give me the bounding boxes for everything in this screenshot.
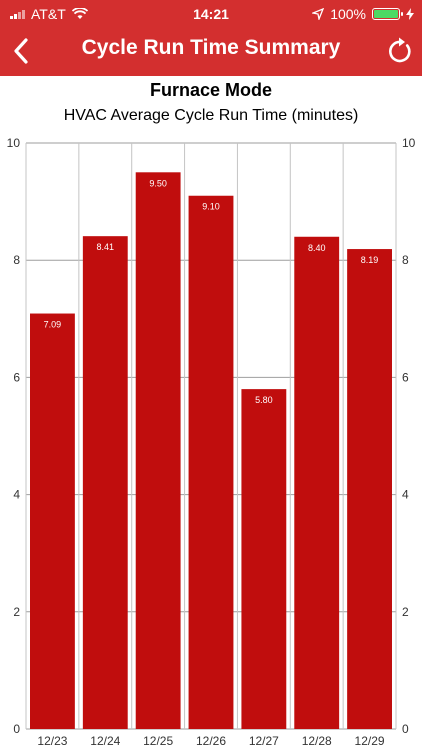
mode-title: Furnace Mode xyxy=(149,80,273,100)
x-tick-label: 12/28 xyxy=(302,734,332,748)
page-title: Cycle Run Time Summary xyxy=(81,36,341,59)
location-arrow-icon xyxy=(312,8,325,20)
bar-value-label: 8.40 xyxy=(308,243,326,253)
x-tick-label: 12/25 xyxy=(143,734,173,748)
bar-value-label: 8.41 xyxy=(97,242,115,252)
x-tick-label: 12/23 xyxy=(37,734,67,748)
x-tick-label: 12/29 xyxy=(355,734,385,748)
refresh-button[interactable] xyxy=(384,36,414,66)
chart-title: HVAC Average Cycle Run Time (minutes) xyxy=(63,107,359,124)
bar-value-label: 8.19 xyxy=(361,255,379,265)
bar xyxy=(241,389,287,729)
x-tick-label: 12/26 xyxy=(196,734,226,748)
battery-percent: 100% xyxy=(330,6,366,22)
bar-value-label: 5.80 xyxy=(255,395,273,405)
app-header: AT&T 14:21 100% Cycle Run Time Summary xyxy=(0,0,422,76)
y-tick-label-right: 8 xyxy=(402,253,409,267)
bar xyxy=(347,249,392,729)
y-tick-label-left: 4 xyxy=(13,488,20,502)
bar xyxy=(294,236,340,729)
bar-value-label: 9.50 xyxy=(149,178,167,188)
bar xyxy=(82,236,128,729)
y-tick-label-left: 10 xyxy=(7,136,21,150)
x-tick-label: 12/27 xyxy=(249,734,279,748)
lightning-icon xyxy=(406,8,414,20)
bar-value-label: 9.10 xyxy=(202,202,220,212)
bar xyxy=(30,313,75,729)
refresh-icon xyxy=(389,37,411,63)
y-tick-label-right: 0 xyxy=(402,722,409,736)
bar-value-label: 7.09 xyxy=(44,320,62,330)
y-tick-label-right: 6 xyxy=(402,370,409,384)
y-tick-label-left: 8 xyxy=(13,253,20,267)
y-tick-label-right: 4 xyxy=(402,488,409,502)
status-right: 100% xyxy=(312,6,414,22)
y-tick-label-right: 2 xyxy=(402,605,409,619)
status-bar: AT&T 14:21 100% xyxy=(0,0,422,26)
battery-icon xyxy=(372,8,403,20)
bar xyxy=(135,172,181,730)
y-tick-label-right: 10 xyxy=(402,136,416,150)
bar xyxy=(188,195,234,729)
y-tick-label-left: 6 xyxy=(13,370,20,384)
bar-chart: 0 0 2 2 4 4 6 6 8 8 10 10 7.09 12/23 8.41 12/24 9.50 12/2… xyxy=(7,136,416,748)
x-tick-label: 12/24 xyxy=(90,734,120,748)
navigation-bar: Cycle Run Time Summary xyxy=(0,26,422,76)
y-tick-label-left: 0 xyxy=(13,722,20,736)
y-tick-label-left: 2 xyxy=(13,605,20,619)
